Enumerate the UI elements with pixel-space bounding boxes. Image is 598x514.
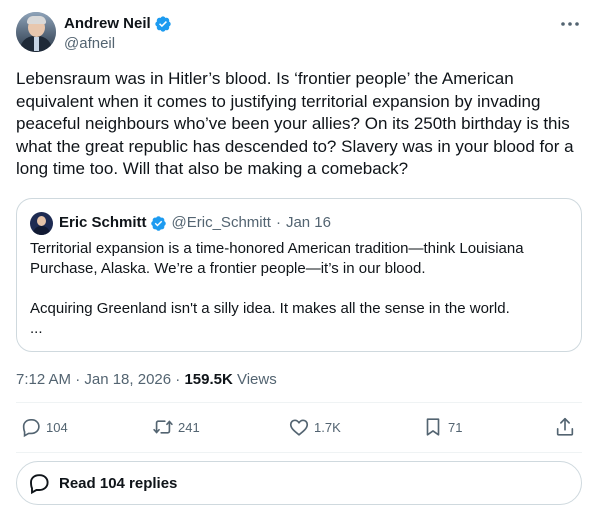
action-bar: 104 241 1.7K 71 xyxy=(16,408,582,450)
bookmark-button[interactable]: 71 xyxy=(422,416,462,438)
tweet-timestamp[interactable]: 7:12 AM · Jan 18, 2026 · xyxy=(16,371,184,388)
quote-author-handle: @Eric_Schmitt xyxy=(171,214,271,231)
quote-paragraph: Territorial expansion is a time-honored … xyxy=(30,240,524,277)
tweet-meta: 7:12 AM · Jan 18, 2026 · 159.5K Views xyxy=(16,370,277,390)
share-icon xyxy=(556,417,574,436)
quote-paragraph: Acquiring Greenland isn't a silly idea. … xyxy=(30,300,510,317)
quote-author-avatar xyxy=(30,212,53,235)
reply-icon xyxy=(30,474,49,495)
divider xyxy=(16,402,582,403)
quote-text: Territorial expansion is a time-honored … xyxy=(30,239,570,339)
share-button[interactable] xyxy=(554,416,576,438)
author-handle[interactable]: @afneil xyxy=(64,34,115,54)
heart-icon xyxy=(289,419,309,436)
bookmark-count: 71 xyxy=(448,419,463,435)
quote-tweet-card[interactable]: Eric Schmitt @Eric_Schmitt · Jan 16 Terr… xyxy=(16,198,582,352)
read-replies-button[interactable]: Read 104 replies xyxy=(16,461,582,505)
reply-button[interactable]: 104 xyxy=(20,416,68,438)
author-name-row[interactable]: Andrew Neil xyxy=(64,14,172,34)
quote-author-name: Eric Schmitt xyxy=(59,214,147,231)
views-count: 159.5K xyxy=(184,371,233,388)
reply-count: 104 xyxy=(46,419,68,435)
more-horizontal-icon[interactable] xyxy=(558,14,582,34)
author-display-name[interactable]: Andrew Neil xyxy=(64,14,151,34)
repost-button[interactable]: 241 xyxy=(152,416,200,438)
like-button[interactable]: 1.7K xyxy=(288,416,341,438)
reply-icon xyxy=(22,419,40,438)
repost-count: 241 xyxy=(178,419,200,435)
quote-separator: · xyxy=(275,214,281,231)
verified-badge-icon xyxy=(155,16,171,32)
divider xyxy=(16,452,582,453)
tweet-header: Andrew Neil @afneil xyxy=(16,12,582,54)
quote-date: Jan 16 xyxy=(285,214,331,231)
author-avatar[interactable] xyxy=(16,12,56,52)
like-count: 1.7K xyxy=(314,419,341,435)
verified-badge-icon xyxy=(150,215,166,231)
tweet-text: Lebensraum was in Hitler’s blood. Is ‘fr… xyxy=(16,69,574,178)
bookmark-icon xyxy=(426,418,440,436)
repost-icon xyxy=(153,420,173,434)
quote-header: Eric Schmitt @Eric_Schmitt · Jan 16 xyxy=(59,213,331,233)
quote-ellipsis: ... xyxy=(30,320,43,337)
read-replies-label: Read 104 replies xyxy=(59,474,178,492)
views-label: Views xyxy=(232,371,277,388)
